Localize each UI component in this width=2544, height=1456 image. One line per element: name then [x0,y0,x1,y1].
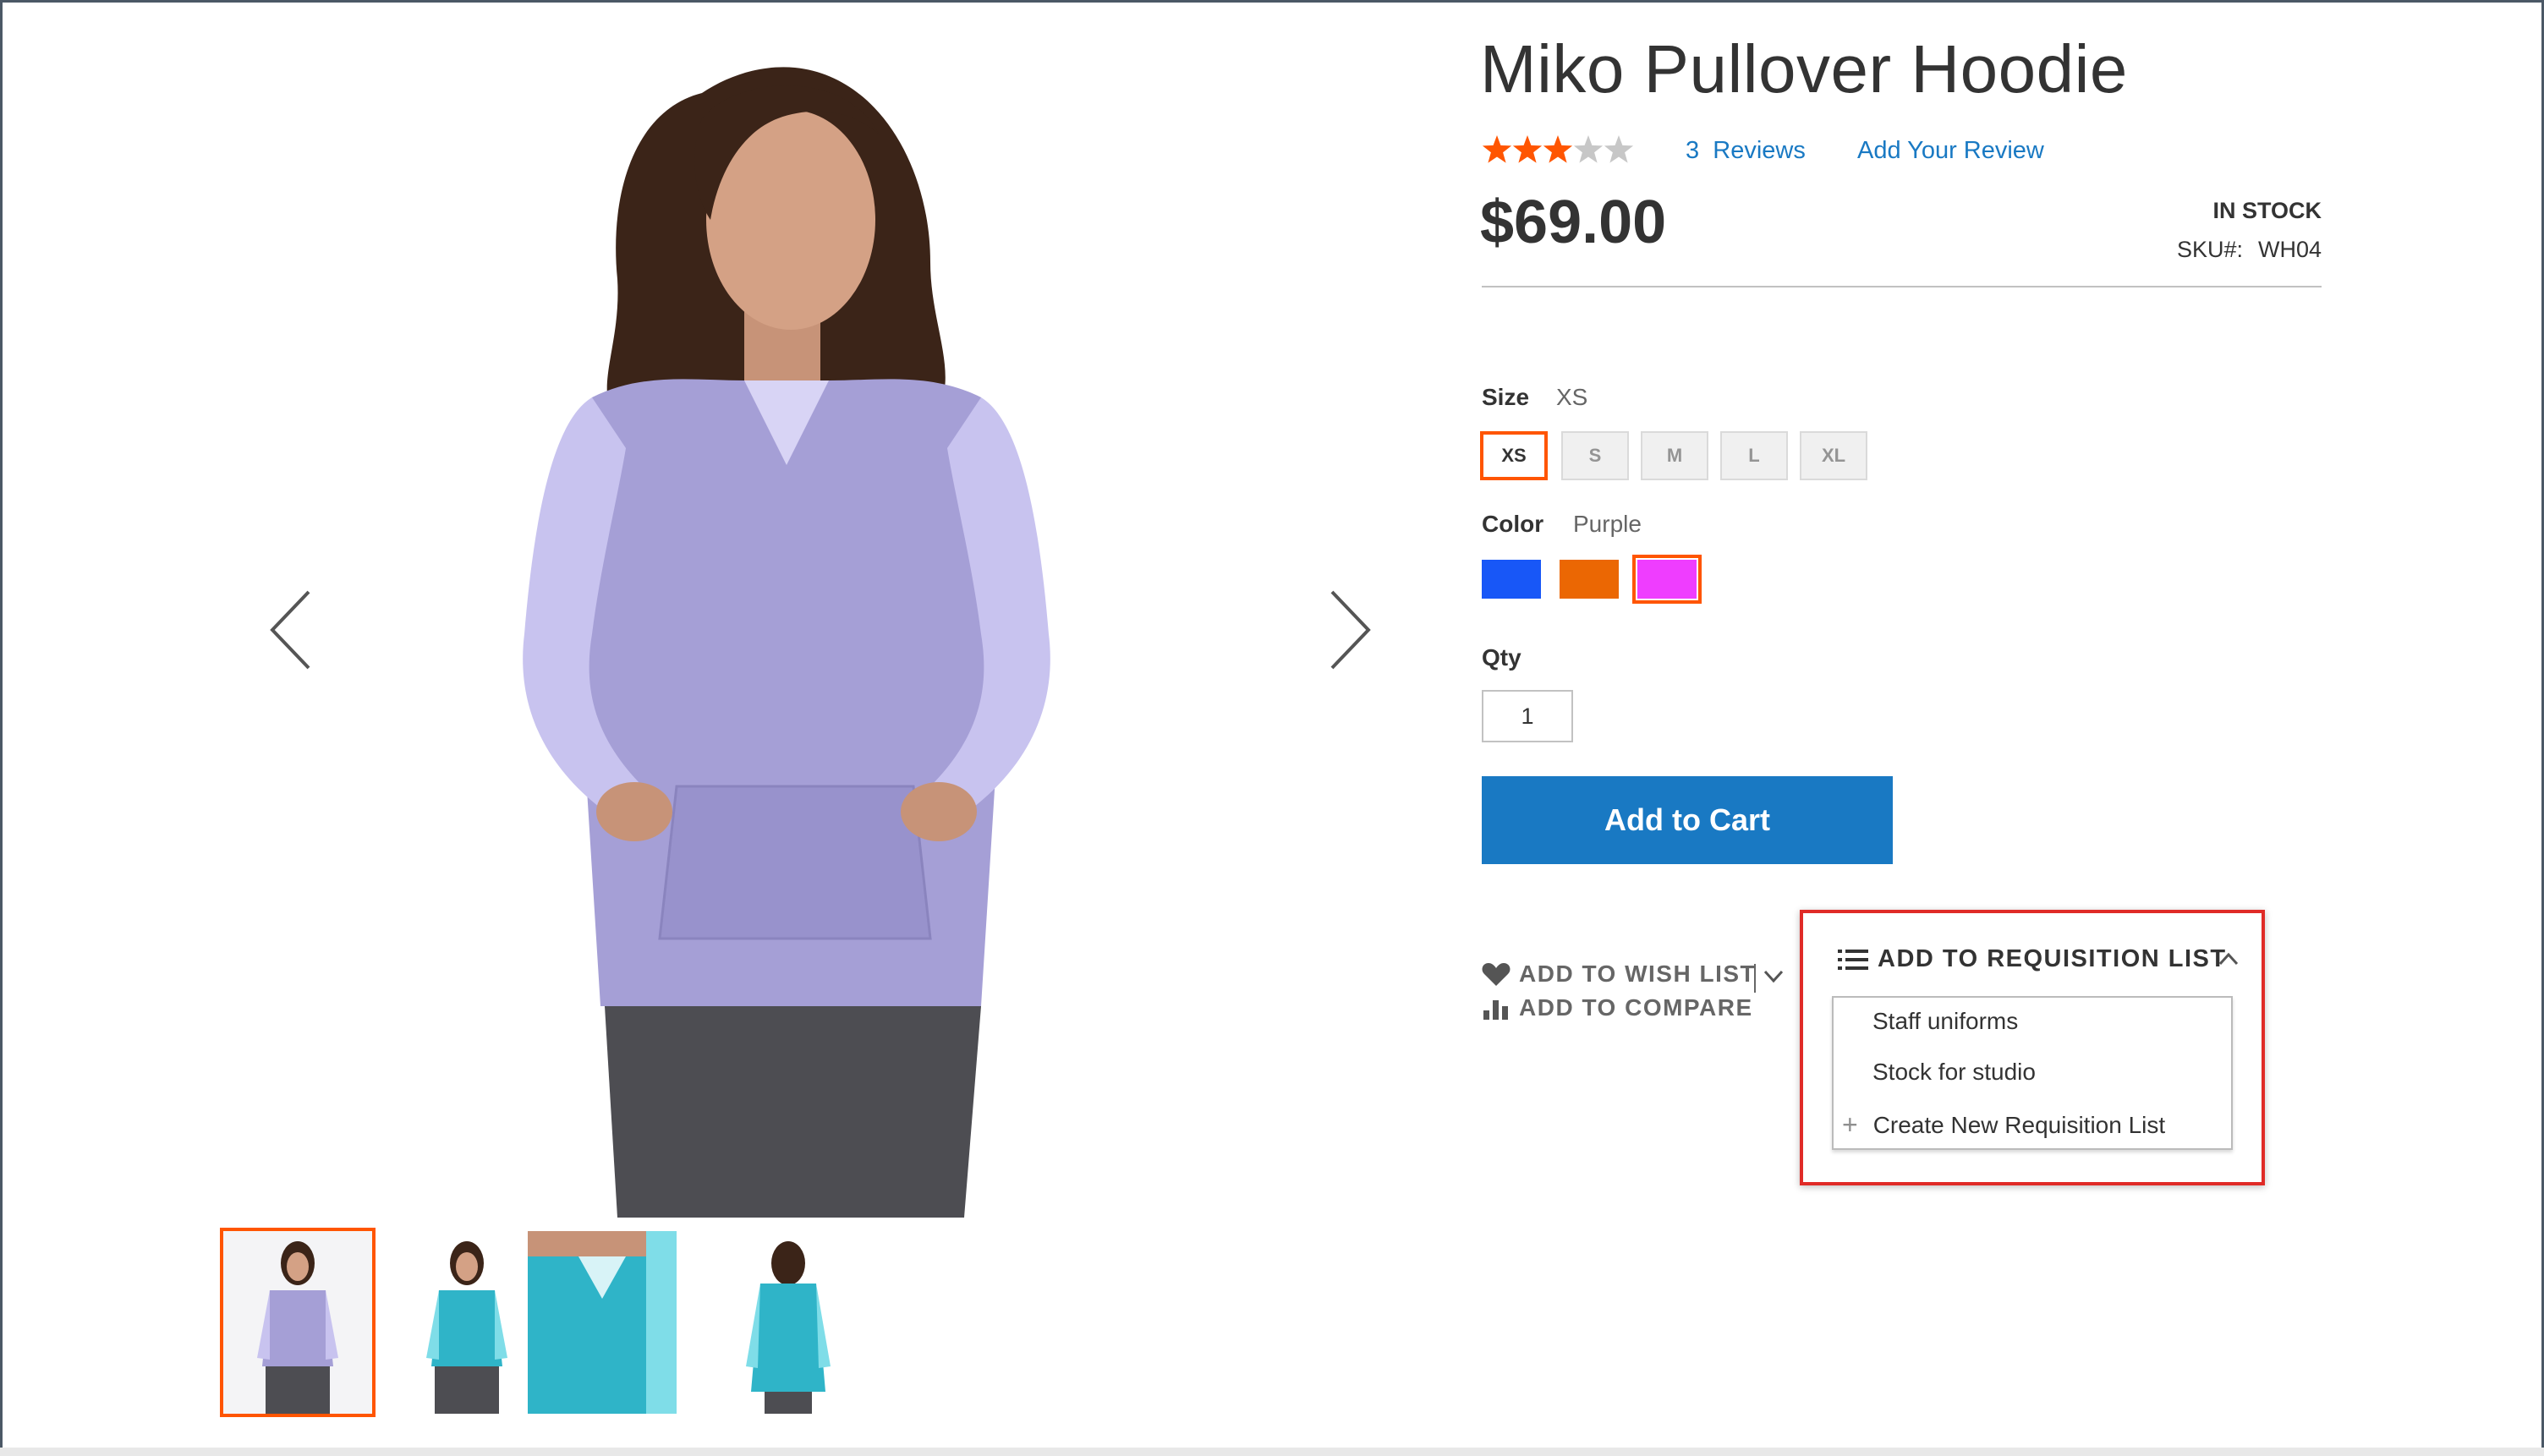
qty-input[interactable] [1482,690,1573,742]
size-selected-value: XS [1556,384,1588,410]
divider [1482,286,2322,287]
requisition-item-stock-for-studio[interactable]: Stock for studio [1872,1059,2036,1086]
thumbnail-back-teal[interactable] [714,1231,863,1414]
color-selected-value: Purple [1573,511,1642,537]
chevron-up-icon [2218,952,2239,966]
thumbnail-detail-teal[interactable] [528,1231,677,1414]
star-filled-icon [1512,135,1543,163]
requisition-dropdown: Staff uniforms Stock for studio + Create… [1832,996,2233,1150]
qty-label: Qty [1482,644,1521,671]
star-empty-icon [1604,135,1634,163]
wish-list-toggle[interactable] [1763,969,1785,988]
product-title: Miko Pullover Hoodie [1480,31,2128,107]
wish-list-label: Add to Wish List [1519,961,1757,987]
thumbnail-front-teal[interactable] [392,1231,541,1414]
bottom-scroll-edge [0,1448,2544,1456]
list-icon [1838,949,1868,970]
star-filled-icon [1543,135,1573,163]
color-label: Color [1482,511,1544,537]
color-swatch-orange[interactable] [1560,560,1619,599]
sku-line: SKU#: WH04 [2176,237,2322,262]
product-price: $69.00 [1480,189,1667,256]
chevron-left-icon [270,590,310,670]
gallery-prev-button[interactable] [262,583,321,676]
add-to-compare-link[interactable]: Add to Compare [1482,994,1753,1021]
rating-stars [1482,135,1634,163]
product-main-image [523,67,1050,1218]
gallery-next-button[interactable] [1319,583,1379,676]
chevron-down-icon [1763,970,1784,983]
add-to-wish-list-link[interactable]: Add to Wish List [1482,961,1756,988]
compare-label: Add to Compare [1519,994,1753,1021]
requisition-item-staff-uniforms[interactable]: Staff uniforms [1872,1008,2018,1035]
add-review-link[interactable]: Add Your Review [1857,137,2044,165]
heart-icon [1482,963,1510,986]
reviews-link[interactable]: 3 Reviews [1686,137,1806,165]
add-to-cart-button[interactable]: Add to Cart [1482,776,1893,864]
requisition-toggle-label: Add to Requisition List [1878,945,2227,972]
star-filled-icon [1482,135,1512,163]
size-swatch-xl[interactable]: XL [1800,431,1867,480]
size-swatch-xs[interactable]: XS [1480,431,1548,480]
plus-icon: + [1842,1109,1858,1140]
wish-list-separator [1754,964,1756,993]
color-swatch-blue[interactable] [1482,560,1541,599]
size-swatch-m[interactable]: M [1641,431,1708,480]
star-empty-icon [1573,135,1604,163]
size-swatch-l[interactable]: L [1720,431,1788,480]
create-requisition-label: Create New Requisition List [1872,1111,2166,1138]
requisition-collapse-button[interactable] [2218,952,2240,972]
chevron-right-icon [1330,590,1371,670]
size-label: Size [1482,384,1530,410]
size-swatch-s[interactable]: S [1561,431,1629,480]
stock-status: In stock [2212,198,2322,223]
color-swatch-purple[interactable] [1632,555,1702,604]
thumbnail-front-lavender[interactable] [220,1228,376,1417]
bar-chart-icon [1483,1000,1508,1020]
add-to-requisition-list-button[interactable]: Add to Requisition List [1837,945,2227,973]
create-requisition-list-button[interactable]: + Create New Requisition List [1842,1109,2165,1141]
